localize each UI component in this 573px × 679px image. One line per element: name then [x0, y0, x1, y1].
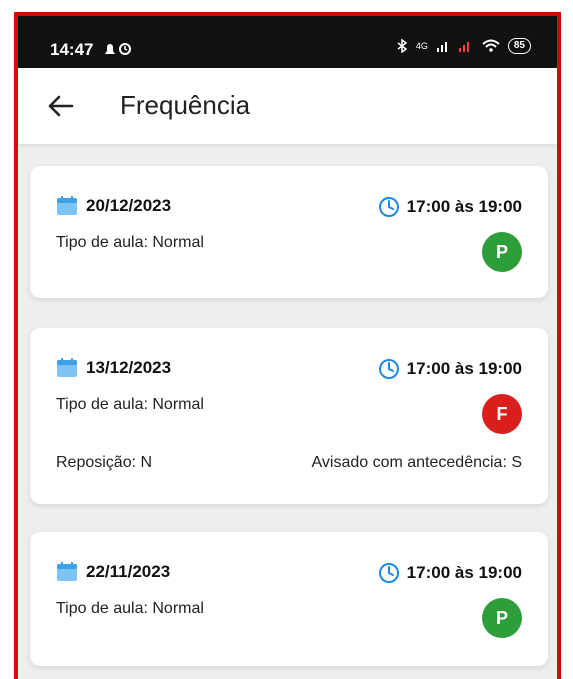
time-group: 17:00 às 19:00: [378, 358, 522, 380]
date-group: 22/11/2023: [56, 562, 170, 582]
network-type: 4G: [415, 41, 428, 51]
record-time: 17:00 às 19:00: [406, 197, 522, 216]
wifi-icon: [482, 39, 500, 52]
attendance-card[interactable]: 22/11/2023 17:00 às 19:00 Tipo de aula: …: [30, 532, 548, 666]
signal-icon: [436, 42, 447, 52]
status-icons: 4G 85: [396, 38, 531, 54]
status-badge-present: P: [482, 232, 522, 272]
record-date: 20/12/2023: [86, 196, 172, 215]
date-group: 13/12/2023: [56, 358, 171, 378]
back-arrow-icon[interactable]: [44, 90, 76, 122]
advance-notice-flag: Avisado com antecedência: S: [311, 454, 523, 471]
clock-icon: [378, 197, 399, 217]
screenshot-frame: 14:47 4G 85 Frequência 20/12/2023 17:00 …: [14, 12, 561, 679]
attendance-card[interactable]: 13/12/2023 17:00 às 19:00 Tipo de aula: …: [30, 328, 548, 504]
date-group: 20/12/2023: [56, 196, 171, 216]
app-bar: Frequência: [18, 68, 557, 144]
attendance-card[interactable]: 20/12/2023 17:00 às 19:00 Tipo de aula: …: [30, 166, 548, 298]
bluetooth-icon: [397, 39, 408, 53]
status-badge-absent: F: [482, 394, 522, 434]
record-date: 22/11/2023: [86, 562, 171, 581]
calendar-icon: [57, 562, 77, 581]
page-title: Frequência: [120, 90, 251, 120]
class-type: Tipo de aula: Normal: [56, 396, 204, 413]
class-type: Tipo de aula: Normal: [56, 234, 204, 251]
time-group: 17:00 às 19:00: [378, 196, 522, 218]
clock-icon: [378, 359, 399, 379]
battery-icon: 85: [507, 38, 531, 54]
replacement-flag: Reposição: N: [56, 454, 153, 471]
clock-icon: [378, 563, 399, 583]
calendar-icon: [57, 196, 77, 215]
time-group: 17:00 às 19:00: [378, 562, 522, 584]
status-time: 14:47: [50, 40, 94, 59]
notification-icons: [105, 43, 131, 55]
status-bar: 14:47 4G 85: [18, 16, 557, 68]
class-type: Tipo de aula: Normal: [56, 600, 204, 617]
record-time: 17:00 às 19:00: [406, 359, 522, 378]
record-date: 13/12/2023: [86, 358, 172, 377]
record-time: 17:00 às 19:00: [406, 563, 522, 582]
status-badge-present: P: [482, 598, 522, 638]
calendar-icon: [57, 358, 77, 377]
signal-no-service-icon: [458, 42, 469, 52]
